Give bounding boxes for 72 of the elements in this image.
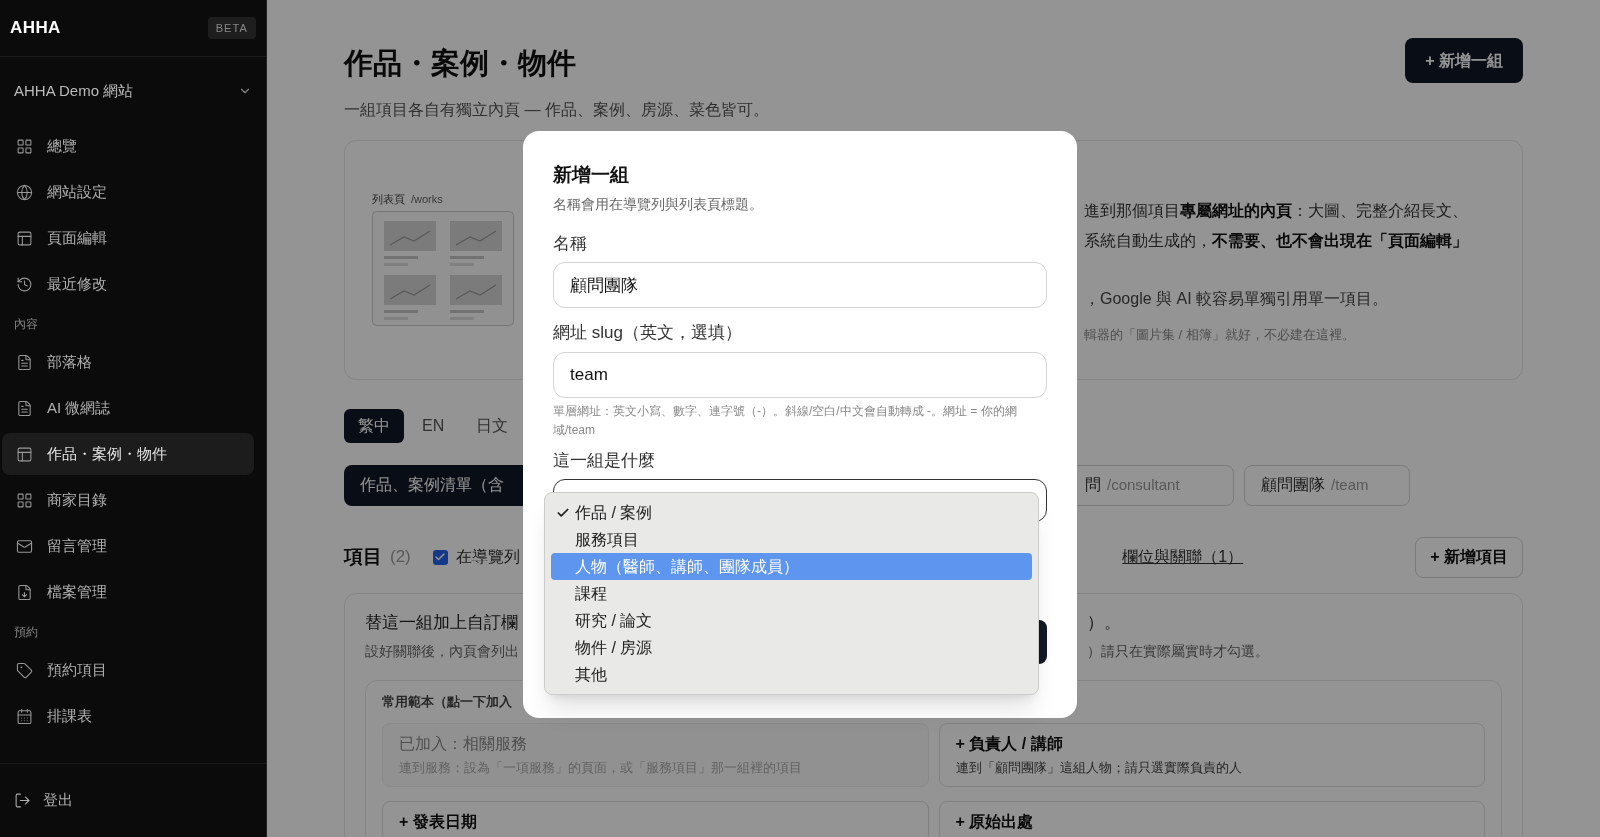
dropdown-option[interactable]: 其他	[551, 661, 1032, 688]
field-label: 這一組是什麼	[553, 449, 656, 472]
brand-logo: AHHA	[10, 17, 61, 40]
globe-icon	[16, 183, 33, 201]
dropdown-option[interactable]: 服務項目	[551, 526, 1032, 553]
add-group-button[interactable]: + 新增一組	[1405, 38, 1523, 83]
page-subtitle: 一組項目各自有獨立內頁 — 作品、案例、房源、菜色皆可。	[344, 99, 769, 120]
grid-icon	[16, 137, 33, 155]
section-heading: 內容	[13, 316, 39, 333]
preview-label: 列表頁	[372, 191, 405, 207]
dropdown-option[interactable]: 課程	[551, 580, 1032, 607]
nav-checkbox[interactable]	[432, 549, 448, 565]
fields-title: ）。	[1087, 611, 1121, 634]
sidebar-item[interactable]: 最近修改	[2, 263, 254, 305]
logout-button[interactable]: 登出	[0, 789, 87, 812]
language-tab[interactable]: 繁中	[344, 408, 404, 443]
group-chip[interactable]: 顧問團隊 /team	[1244, 464, 1410, 506]
sidebar-item[interactable]: 商家目錄	[2, 479, 254, 521]
note-text: 輯器的「圖片集 / 相簿」就好，不必建在這裡。	[1084, 325, 1356, 344]
intro-text: 進到那個項目專屬網址的內頁：大圖、完整介紹長文、	[1084, 200, 1468, 221]
document-icon	[16, 399, 33, 417]
grid-icon	[16, 491, 33, 509]
sidebar-item[interactable]: 頁面編輯	[2, 217, 254, 259]
slug-input[interactable]: team	[553, 351, 1047, 398]
template-card[interactable]: + 負責人 / 講師 連到「顧問團隊」這組人物；請只選實際負責的人	[938, 723, 1485, 787]
layout-icon	[16, 229, 33, 247]
field-label: 網址 slug（英文，選填）	[553, 322, 743, 344]
section-heading: 預約	[13, 624, 39, 641]
calendar-icon	[16, 707, 33, 725]
sidebar-item[interactable]: 預約項目	[2, 649, 254, 691]
templates-label: 常用範本（點一下加入	[382, 694, 512, 709]
tag-icon	[16, 661, 33, 679]
name-input[interactable]: 顧問團隊	[553, 262, 1047, 308]
template-card[interactable]: + 發表日期	[382, 800, 929, 837]
language-tab[interactable]: 日文	[462, 408, 523, 443]
mail-icon	[16, 537, 33, 555]
intro-text: 系統自動生成的，不需要、也不會出現在「頁面編輯」	[1084, 230, 1468, 251]
items-heading: 項目	[344, 544, 382, 569]
sidebar-item[interactable]: 排課表	[2, 695, 254, 737]
fields-description: ）請只在實際屬實時才勾選。	[1087, 642, 1269, 661]
logout-icon	[14, 792, 31, 809]
items-count: (2)	[390, 546, 411, 569]
intro-text: ，Google 與 AI 較容易單獨引用單一項目。	[1084, 288, 1390, 309]
sidebar-item[interactable]: 留言管理	[2, 525, 254, 567]
fields-description: 設好關聯後，內頁會列出	[365, 642, 519, 661]
page-title: 作品・案例・物件	[344, 46, 577, 81]
dialog-title: 新增一組	[553, 163, 630, 187]
sidebar-item[interactable]: 檔案管理	[2, 571, 254, 613]
file-download-icon	[16, 583, 33, 601]
site-selector[interactable]: AHHA Demo 網站	[4, 69, 262, 113]
preview-path: /works	[411, 191, 443, 207]
document-icon	[16, 353, 33, 371]
layout-icon	[16, 445, 33, 463]
sidebar-item[interactable]: 網站設定	[2, 171, 254, 213]
checkbox-label: 在導覽列	[455, 547, 520, 567]
template-card[interactable]: + 原始出處	[938, 800, 1485, 837]
dropdown-option[interactable]: 研究 / 論文	[551, 607, 1032, 634]
fields-link[interactable]: 欄位與關聯（1）	[1122, 545, 1244, 569]
history-icon	[16, 275, 33, 293]
add-item-button[interactable]: + 新增項目	[1415, 536, 1523, 578]
fields-title: 替這一組加上自訂欄	[365, 611, 518, 634]
sidebar-item[interactable]: 總覽	[2, 125, 254, 167]
sidebar-item[interactable]: AI 微網誌	[2, 387, 254, 429]
dropdown-option[interactable]: 物件 / 房源	[551, 634, 1032, 661]
sidebar-item[interactable]: 部落格	[2, 341, 254, 383]
dialog-description: 名稱會用在導覽列與列表頁標題。	[553, 194, 764, 214]
beta-badge: BETA	[207, 16, 256, 40]
slug-hint: 單層網址：英文小寫、數字、連字號（-）。斜線/空白/中文會自動轉成 -。網址 = 你的網域/team	[553, 402, 1018, 439]
sidebar-item[interactable]: 作品・案例・物件	[2, 433, 254, 475]
language-tab[interactable]: EN	[408, 408, 459, 443]
field-label: 名稱	[553, 232, 588, 255]
dropdown-option[interactable]: 作品 / 案例	[551, 499, 1032, 526]
